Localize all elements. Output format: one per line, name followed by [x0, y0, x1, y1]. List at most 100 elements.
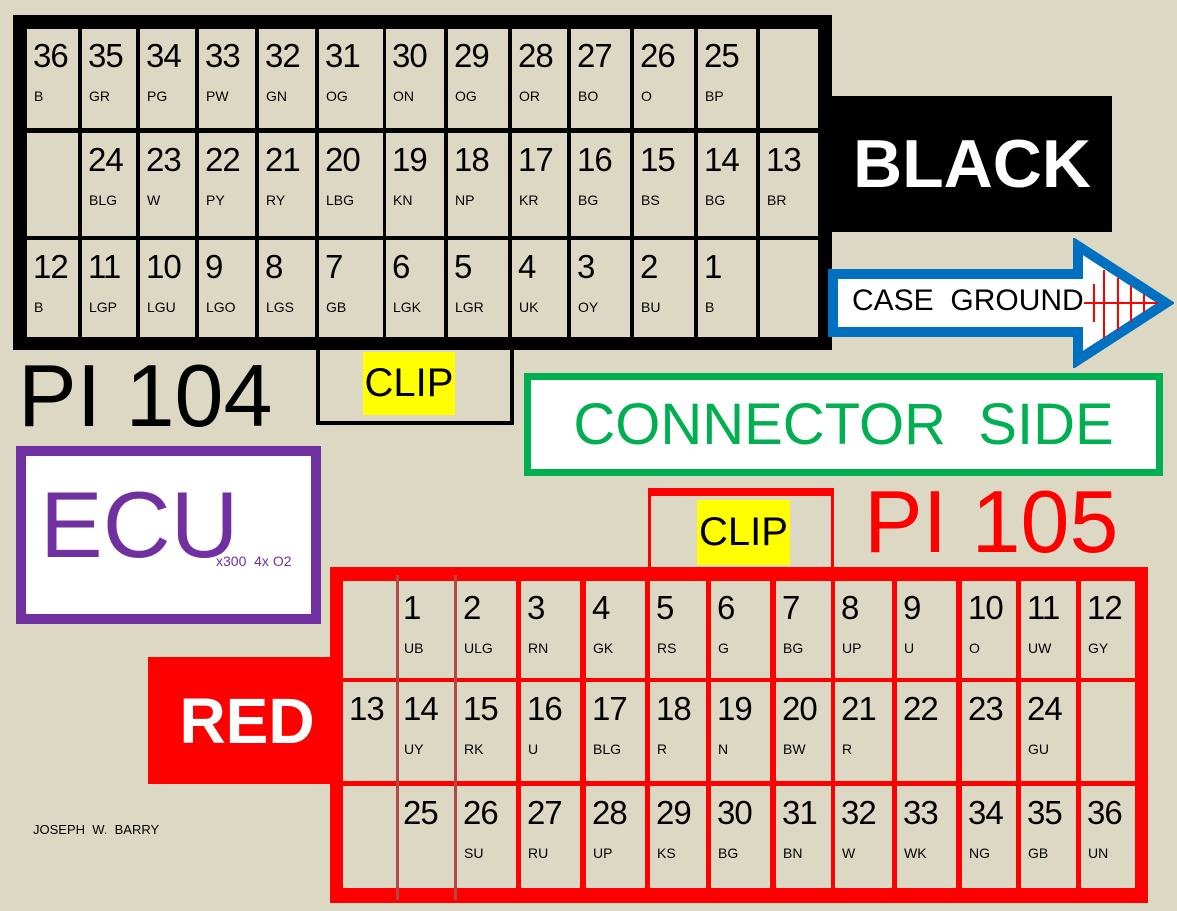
pin-number: 21	[265, 141, 301, 178]
pin-number: 20	[782, 690, 818, 727]
pin-number: 16	[577, 141, 613, 178]
wire-color-code: BLG	[593, 741, 622, 757]
pin-number: 31	[325, 37, 361, 74]
pin-number: 17	[518, 141, 554, 178]
pin-number: 28	[592, 794, 628, 831]
pin-number: 6	[717, 589, 735, 626]
pin-number: 23	[146, 141, 182, 178]
wire-color-code: GK	[593, 640, 614, 656]
pin-number: 25	[704, 37, 740, 74]
pin-33: 33 WK	[897, 786, 956, 888]
pin-17: 17 BLG	[586, 682, 645, 781]
pin-number: 14	[704, 141, 740, 178]
pi105-clip-label: CLIP	[697, 500, 790, 565]
wire-color-code: LGO	[206, 299, 236, 315]
pin-number: 24	[1027, 690, 1063, 727]
wire-color-code: OG	[326, 88, 348, 104]
pin-26: 26 O	[634, 29, 694, 128]
pin-number: 15	[463, 690, 499, 727]
pin-25: 25 BP	[698, 29, 756, 128]
wire-color-code: KN	[393, 192, 413, 208]
divider-line	[454, 575, 457, 900]
wire-color-code: LBG	[326, 192, 355, 208]
pin-number: 11	[1027, 589, 1060, 626]
wire-color-code: B	[34, 88, 44, 104]
pin-27: 27 BO	[571, 29, 630, 128]
pin-number: 29	[454, 37, 490, 74]
pin-number: 35	[88, 37, 124, 74]
pin-number: 9	[205, 248, 223, 285]
pin-35: 35 GR	[82, 29, 136, 128]
ecu-title: ECU	[40, 472, 239, 577]
author-credit: JOSEPH W. BARRY	[33, 822, 160, 837]
wire-color-code: RU	[528, 845, 549, 861]
pin-10: 10 O	[962, 581, 1016, 678]
pin-13: 13 BR	[760, 133, 818, 236]
pin-16: 16 U	[521, 682, 580, 781]
pin-number: 16	[527, 690, 563, 727]
pin-number: 36	[33, 37, 69, 74]
empty-cavity	[760, 29, 818, 128]
pin-number: 5	[656, 589, 674, 626]
pin-number: 18	[454, 141, 490, 178]
empty-cavity	[27, 133, 78, 236]
wire-color-code: UB	[404, 640, 424, 656]
pin-19: 19 KN	[386, 133, 444, 236]
wire-color-code: ULG	[464, 640, 493, 656]
pin-32: 32 W	[835, 786, 892, 888]
pin-26: 26 SU	[457, 786, 516, 888]
wire-color-code: PY	[206, 192, 225, 208]
pin-34: 34 NG	[962, 786, 1016, 888]
pin-number: 30	[392, 37, 428, 74]
wire-color-code: R	[842, 741, 853, 757]
pin-number: 7	[325, 248, 343, 285]
pin-20: 20 BW	[776, 682, 831, 781]
wire-color-code: PW	[206, 88, 229, 104]
pin-35: 35 GB	[1021, 786, 1076, 888]
wire-color-code: GB	[326, 299, 347, 315]
pin-number: 30	[717, 794, 753, 831]
pin-number: 12	[33, 248, 69, 285]
wire-color-code: BG	[783, 640, 804, 656]
pin-28: 28 OR	[512, 29, 567, 128]
pi105-title: PI 105	[864, 472, 1119, 571]
pin-6: 6G	[711, 581, 770, 678]
wire-color-code: OG	[455, 88, 477, 104]
wire-color-code: KS	[657, 845, 676, 861]
wire-color-code: LGP	[89, 299, 118, 315]
wire-color-code: LGR	[455, 299, 484, 315]
wire-color-code: N	[718, 741, 729, 757]
pin-number: 24	[88, 141, 124, 178]
pin-number: 21	[841, 690, 877, 727]
wire-color-code: PG	[147, 88, 168, 104]
pin-15: 15 BS	[634, 133, 694, 236]
pin-number: 2	[463, 589, 481, 626]
pin-11: 11 LGP	[82, 240, 136, 337]
pin-31: 31 BN	[776, 786, 831, 888]
pin-16: 16 BG	[571, 133, 630, 236]
pin-number: 33	[903, 794, 939, 831]
wire-color-code: GN	[266, 88, 287, 104]
pin-22: 22 PY	[199, 133, 255, 236]
wire-color-code: O	[969, 640, 980, 656]
pin-number: 13	[349, 690, 385, 727]
wire-color-code: W	[147, 192, 161, 208]
wire-color-code: B	[34, 299, 44, 315]
pin-12: 12 GY	[1081, 581, 1135, 678]
wire-color-code: NG	[969, 845, 990, 861]
pin-22: 22	[897, 682, 956, 781]
wire-color-code: W	[842, 845, 856, 861]
pin-number: 6	[392, 248, 410, 285]
wire-color-code: BR	[767, 192, 787, 208]
pin-36: 36 B	[27, 29, 78, 128]
pin-number: 29	[656, 794, 692, 831]
pin-number: 3	[527, 589, 545, 626]
pin-5: 5 LGR	[448, 240, 508, 337]
wire-color-code: KR	[519, 192, 539, 208]
wire-color-code: UK	[519, 299, 539, 315]
pin-5: 5 RS	[650, 581, 706, 678]
wire-color-code: GR	[89, 88, 110, 104]
pin-3: 3 OY	[571, 240, 630, 337]
pin-14: 14 BG	[698, 133, 756, 236]
wire-color-code: U	[904, 640, 915, 656]
